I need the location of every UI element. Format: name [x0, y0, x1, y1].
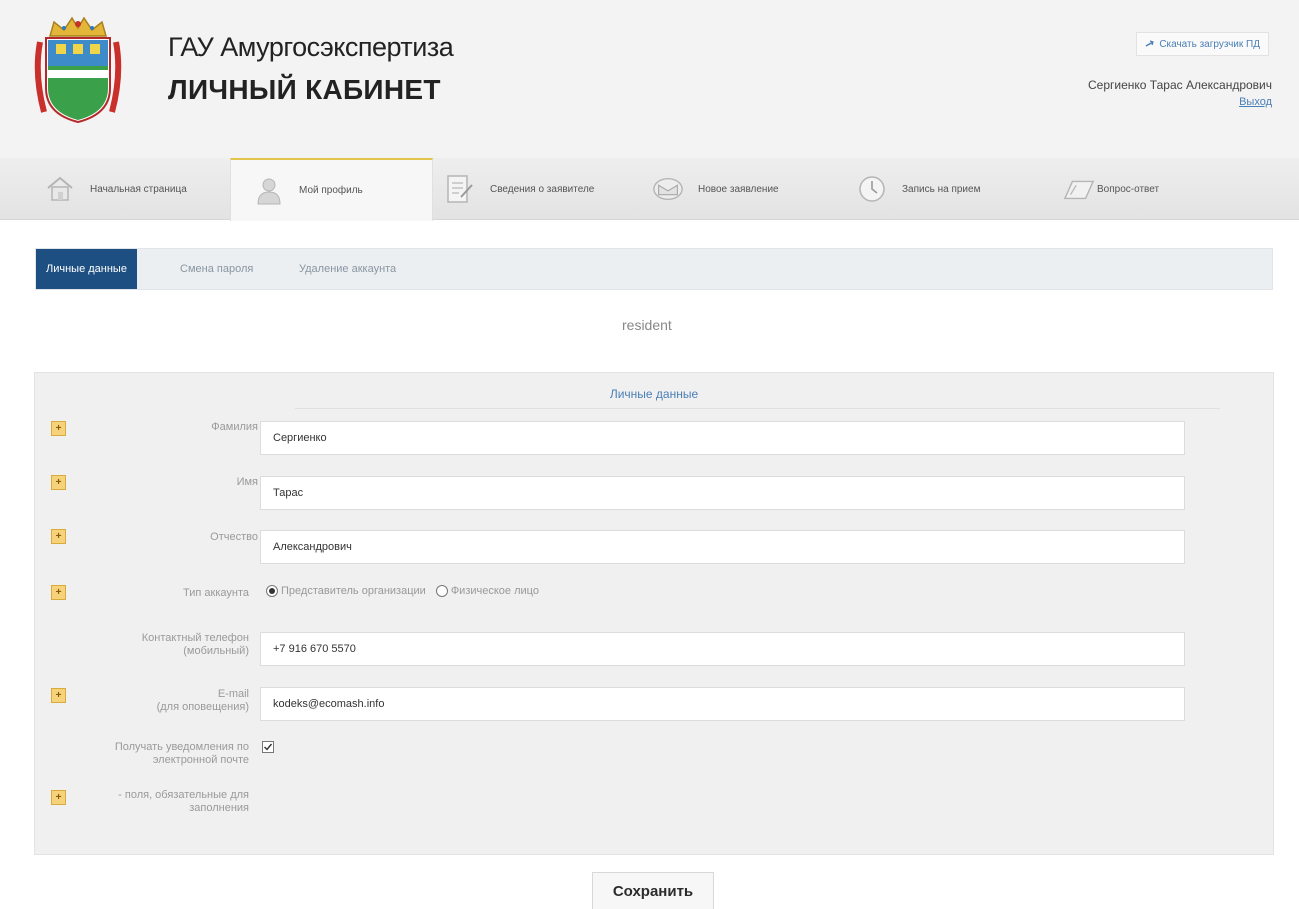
- required-note-line1: - поля, обязательные для: [118, 789, 249, 801]
- required-note: - поля, обязательные для заполнения: [49, 789, 249, 815]
- tab-delete-account[interactable]: Удаление аккаунта: [289, 249, 406, 289]
- radio-organization-rep-label[interactable]: Представитель организации: [281, 585, 426, 597]
- nav-item-label: Вопрос-ответ: [1097, 183, 1160, 195]
- radio-individual-label[interactable]: Физическое лицо: [451, 585, 539, 597]
- patronymic-label: Отчество: [210, 531, 258, 543]
- question-icon: [1063, 173, 1095, 205]
- email-label-line1: E-mail: [217, 688, 249, 700]
- user-name: Сергиенко Тарас Александрович: [1088, 78, 1272, 92]
- phone-label-line1: Контактный телефон: [141, 632, 249, 644]
- account-type-radio-group: Представитель организации Физическое лиц…: [266, 585, 539, 597]
- nav-item-appointment[interactable]: Запись на прием: [856, 158, 980, 220]
- first-name-field[interactable]: [260, 476, 1185, 510]
- required-note-line2: заполнения: [189, 802, 249, 814]
- nav-item-applicant-info[interactable]: Сведения о заявителе: [444, 158, 594, 220]
- radio-individual[interactable]: [435, 585, 448, 597]
- last-name-label: Фамилия: [211, 421, 258, 433]
- email-label: E-mail (для оповещения): [49, 688, 249, 714]
- nav-item-profile[interactable]: Мой профиль: [230, 158, 433, 221]
- nav-item-faq[interactable]: Вопрос-ответ: [1063, 158, 1159, 220]
- coat-of-arms-logo: [34, 16, 122, 124]
- home-icon: [44, 173, 76, 205]
- download-loader-button[interactable]: Скачать загрузчик ПД: [1136, 32, 1269, 56]
- account-role: resident: [622, 317, 672, 333]
- header: ГАУ Амургосэкспертиза ЛИЧНЫЙ КАБИНЕТ Ска…: [0, 0, 1299, 158]
- cabinet-title: ЛИЧНЫЙ КАБИНЕТ: [168, 74, 441, 105]
- nav-item-new-application[interactable]: Новое заявление: [652, 158, 779, 220]
- nav-item-home[interactable]: Начальная страница: [44, 158, 187, 220]
- email-label-line2: (для оповещения): [156, 701, 249, 713]
- logout-link[interactable]: Выход: [1239, 96, 1272, 108]
- profile-tabs: Личные данные Смена пароля Удаление акка…: [35, 248, 1273, 290]
- checkmark-icon: [264, 743, 273, 751]
- download-loader-label: Скачать загрузчик ПД: [1159, 38, 1260, 50]
- notify-email-checkbox[interactable]: [262, 741, 274, 753]
- account-type-label: Тип аккаунта: [183, 587, 249, 599]
- notify-label: Получать уведомления по электронной почт…: [49, 741, 249, 767]
- first-name-label: Имя: [236, 476, 258, 488]
- phone-label: Контактный телефон (мобильный): [49, 632, 249, 658]
- main-nav: Начальная страница Мой профиль Сведения …: [0, 158, 1299, 221]
- tab-personal-data[interactable]: Личные данные: [36, 249, 137, 289]
- user-icon: [253, 175, 285, 207]
- notify-label-line2: электронной почте: [152, 754, 249, 766]
- notify-label-line1: Получать уведомления по: [114, 741, 249, 753]
- nav-item-label: Начальная страница: [90, 183, 187, 195]
- tab-change-password[interactable]: Смена пароля: [170, 249, 263, 289]
- clock-icon: [856, 173, 888, 205]
- patronymic-field[interactable]: [260, 530, 1185, 564]
- nav-item-label: Мой профиль: [299, 185, 363, 196]
- email-field[interactable]: [260, 687, 1185, 721]
- nav-item-label: Сведения о заявителе: [490, 183, 595, 195]
- document-edit-icon: [444, 173, 476, 205]
- nav-item-label: Новое заявление: [698, 183, 779, 195]
- nav-item-label: Запись на прием: [902, 183, 981, 195]
- org-name: ГАУ Амургосэкспертиза: [168, 32, 454, 62]
- panel-title: Личные данные: [609, 387, 699, 401]
- arrow-icon: [1145, 40, 1155, 47]
- last-name-field[interactable]: [260, 421, 1185, 455]
- divider: [295, 408, 1220, 409]
- radio-organization-rep[interactable]: [266, 585, 278, 597]
- phone-label-line2: (мобильный): [183, 645, 249, 657]
- save-button[interactable]: Сохранить: [592, 872, 714, 909]
- phone-field[interactable]: [260, 632, 1185, 666]
- envelope-icon: [652, 173, 684, 205]
